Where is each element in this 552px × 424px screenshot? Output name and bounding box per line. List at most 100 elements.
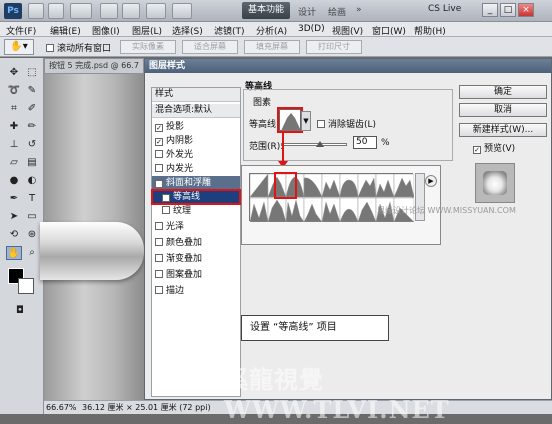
eyedropper-icon[interactable]: ✐ xyxy=(24,102,40,116)
checkbox-icon[interactable] xyxy=(155,286,163,294)
workspace-more-icon[interactable]: » xyxy=(356,5,362,15)
menu-image[interactable]: 图像(I) xyxy=(92,24,120,37)
button-artwork xyxy=(40,222,144,280)
arrange-documents-button[interactable] xyxy=(146,3,166,19)
checkbox-icon[interactable] xyxy=(155,270,163,278)
new-style-button[interactable]: 新建样式(W)... xyxy=(459,123,547,137)
actual-pixels-button[interactable]: 实际像素 xyxy=(120,40,176,54)
checkbox-icon[interactable]: ✓ xyxy=(155,124,163,132)
menu-analysis[interactable]: 分析(A) xyxy=(256,24,287,37)
checkbox-icon[interactable] xyxy=(155,222,163,230)
style-item-outer-glow[interactable]: 外发光 xyxy=(152,148,240,162)
mini-bridge-button[interactable] xyxy=(48,3,64,19)
zoom-tool-icon[interactable]: ⌕ xyxy=(24,246,40,260)
path-select-icon[interactable]: ➤ xyxy=(6,210,22,224)
style-item-satin[interactable]: 光泽 xyxy=(152,220,240,234)
style-item-bevel-emboss[interactable]: ✓ 斜面和浮雕 xyxy=(152,176,240,190)
3d-camera-icon[interactable]: ⊛ xyxy=(24,228,40,242)
eraser-tool-icon[interactable]: ▱ xyxy=(6,156,22,170)
style-item-inner-shadow[interactable]: ✓ 内阴影 xyxy=(152,134,240,148)
hand-tool-preset-icon[interactable]: ✋▾ xyxy=(4,39,34,55)
style-item-color-overlay[interactable]: 颜色叠加 xyxy=(152,236,240,250)
cancel-button[interactable]: 取消 xyxy=(459,103,547,117)
close-icon[interactable]: × xyxy=(518,3,534,17)
hand-tool-button[interactable] xyxy=(100,3,118,19)
workspace-design-link[interactable]: 设计 xyxy=(298,5,316,18)
checkbox-icon[interactable] xyxy=(155,254,163,262)
marquee-tool-icon[interactable]: ⬚ xyxy=(24,66,40,80)
ok-button[interactable]: 确定 xyxy=(459,85,547,99)
checkbox-icon[interactable] xyxy=(155,238,163,246)
style-item-texture[interactable]: 纹理 xyxy=(152,204,240,218)
picker-menu-icon[interactable]: ▶ xyxy=(425,175,437,187)
document-tab[interactable]: 按钮 5 完成.psd @ 66.7 xyxy=(44,58,144,74)
checkbox-icon[interactable]: ✓ xyxy=(473,146,481,154)
zoom-tool-button[interactable] xyxy=(122,3,140,19)
history-brush-icon[interactable]: ↺ xyxy=(24,138,40,152)
preview-checkbox[interactable]: ✓ 预览(V) xyxy=(473,141,515,154)
checkbox-icon[interactable]: ✓ xyxy=(155,138,163,146)
style-item-drop-shadow[interactable]: ✓ 投影 xyxy=(152,120,240,134)
checkbox-icon[interactable] xyxy=(155,164,163,172)
styles-header[interactable]: 样式 xyxy=(152,88,240,102)
move-tool-icon[interactable]: ✥ xyxy=(6,66,22,80)
style-item-contour[interactable]: ✓ 等高线 xyxy=(151,189,241,205)
type-tool-icon[interactable]: T xyxy=(24,192,40,206)
minimize-icon[interactable]: _ xyxy=(482,3,498,17)
menu-layer[interactable]: 图层(L) xyxy=(132,24,162,37)
style-item-label: 内发光 xyxy=(166,164,194,174)
fit-screen-button[interactable]: 适合屏幕 xyxy=(182,40,238,54)
menu-edit[interactable]: 编辑(E) xyxy=(50,24,81,37)
background-color-swatch[interactable] xyxy=(18,278,34,294)
pen-tool-icon[interactable]: ✒ xyxy=(6,192,22,206)
anti-aliased-checkbox[interactable]: 消除锯齿(L) xyxy=(317,117,376,130)
checkbox-icon[interactable] xyxy=(155,150,163,158)
menu-3d[interactable]: 3D(D) xyxy=(298,24,325,34)
blur-tool-icon[interactable]: ● xyxy=(6,174,22,188)
menu-file[interactable]: 文件(F) xyxy=(6,24,36,37)
style-item-gradient-overlay[interactable]: 渐变叠加 xyxy=(152,252,240,266)
blend-options-item[interactable]: 混合选项:默认 xyxy=(152,104,240,118)
quick-mask-icon[interactable]: ◘ xyxy=(12,304,28,318)
cs-live-button[interactable]: CS Live xyxy=(428,4,461,14)
range-slider-track[interactable] xyxy=(281,143,347,146)
selected-contour-preset[interactable] xyxy=(274,172,297,199)
menu-filter[interactable]: 滤镜(T) xyxy=(214,24,245,37)
scroll-all-windows-checkbox[interactable]: 滚动所有窗口 xyxy=(46,41,111,54)
hand-tool-icon[interactable]: ✋ xyxy=(6,246,22,260)
healing-brush-icon[interactable]: ✚ xyxy=(6,120,22,134)
zoom-level-button[interactable] xyxy=(70,3,92,19)
checkbox-icon[interactable] xyxy=(162,206,170,214)
crop-tool-icon[interactable]: ⌗ xyxy=(6,102,22,116)
menu-help[interactable]: 帮助(H) xyxy=(414,24,446,37)
print-size-button[interactable]: 打印尺寸 xyxy=(306,40,362,54)
workspace-painting-link[interactable]: 绘画 xyxy=(328,5,346,18)
bridge-button[interactable] xyxy=(28,3,44,19)
checkbox-icon[interactable] xyxy=(317,120,325,128)
menu-window[interactable]: 窗口(W) xyxy=(372,24,406,37)
menu-view[interactable]: 视图(V) xyxy=(332,24,363,37)
maximize-icon[interactable]: □ xyxy=(500,3,516,17)
menu-select[interactable]: 选择(S) xyxy=(172,24,203,37)
dodge-tool-icon[interactable]: ◐ xyxy=(24,174,40,188)
clone-stamp-icon[interactable]: ⊥ xyxy=(6,138,22,152)
gradient-tool-icon[interactable]: ▤ xyxy=(24,156,40,170)
quick-select-icon[interactable]: ✎ xyxy=(24,84,40,98)
brush-tool-icon[interactable]: ✏ xyxy=(24,120,40,134)
shape-tool-icon[interactable]: ▭ xyxy=(24,210,40,224)
range-input[interactable]: 50 xyxy=(353,136,377,149)
screen-mode-button[interactable] xyxy=(172,3,192,19)
checkbox-icon[interactable]: ✓ xyxy=(162,194,170,202)
3d-rotate-icon[interactable]: ⟲ xyxy=(6,228,22,242)
workspace-essentials-button[interactable]: 基本功能 xyxy=(242,2,290,19)
contour-thumbnail[interactable] xyxy=(277,107,303,133)
fill-screen-button[interactable]: 填充屏幕 xyxy=(244,40,300,54)
checkbox-icon[interactable]: ✓ xyxy=(155,180,163,188)
lasso-tool-icon[interactable]: ➰ xyxy=(6,84,22,98)
contour-dropdown-icon[interactable]: ▼ xyxy=(301,111,311,131)
style-item-pattern-overlay[interactable]: 图案叠加 xyxy=(152,268,240,282)
style-item-label: 图案叠加 xyxy=(166,270,203,280)
range-slider-knob[interactable] xyxy=(316,141,324,147)
style-item-stroke[interactable]: 描边 xyxy=(152,284,240,298)
style-item-inner-glow[interactable]: 内发光 xyxy=(152,162,240,176)
